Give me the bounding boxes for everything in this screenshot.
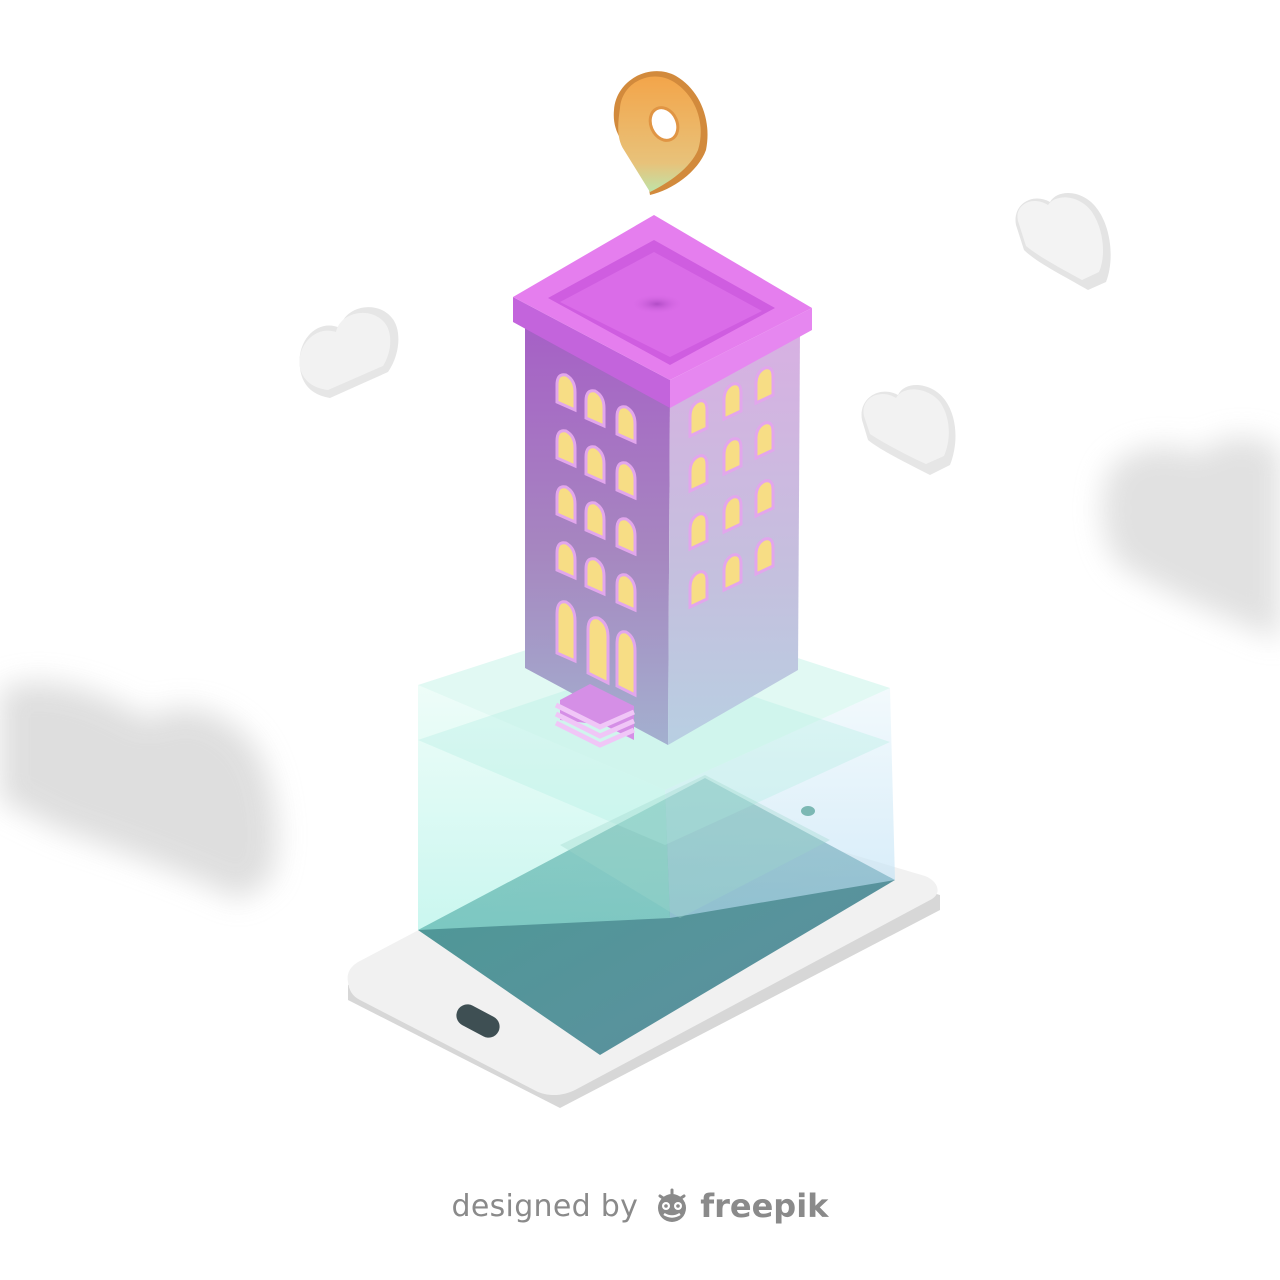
illustration-canvas <box>0 71 1280 1108</box>
building-icon <box>513 215 812 748</box>
blurred-cloud-icon-left <box>0 681 277 900</box>
credit-line: designed by freepik <box>0 1178 1280 1234</box>
cloud-icon-2 <box>861 384 956 475</box>
cloud-icon-1 <box>299 307 399 398</box>
freepik-logo-icon <box>652 1188 692 1224</box>
cloud-icon-3 <box>1015 192 1111 290</box>
location-pin-icon <box>613 71 708 195</box>
blurred-cloud-icon-right <box>1102 437 1280 640</box>
credit-prefix: designed by <box>451 1188 639 1224</box>
credit-brand: freepik <box>700 1187 829 1225</box>
